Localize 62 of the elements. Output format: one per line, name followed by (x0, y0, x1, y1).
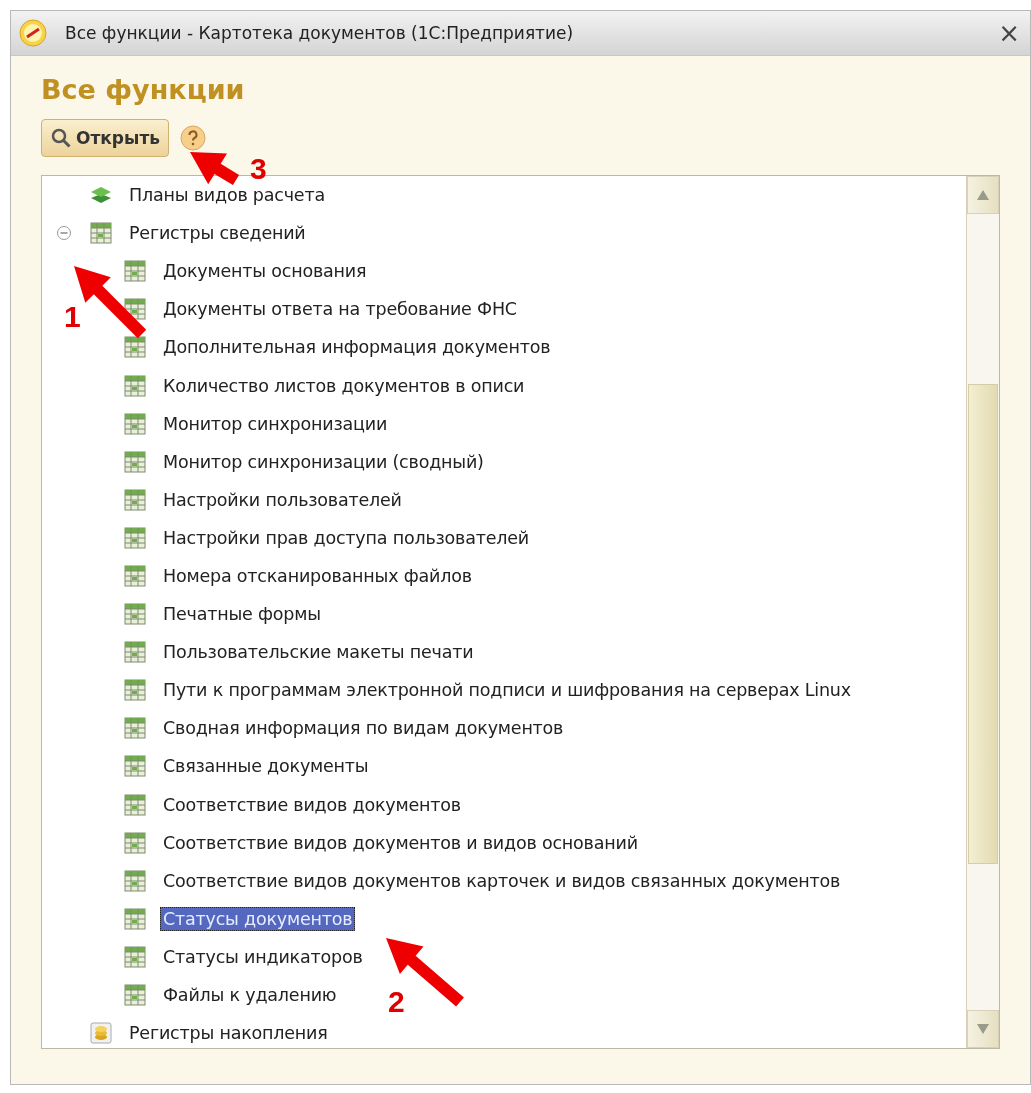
table-icon (124, 755, 146, 778)
step-number: 1 (64, 300, 81, 334)
tree-item[interactable]: Регистры сведений (126, 221, 309, 246)
table-icon (124, 641, 146, 664)
table-icon (124, 603, 146, 626)
table-icon (124, 984, 146, 1006)
tree-item[interactable]: Сводная информация по видам документов (160, 716, 567, 741)
table-icon (90, 222, 112, 245)
table-icon (124, 793, 146, 816)
tree-item[interactable]: Номера отсканированных файлов (160, 564, 475, 588)
tree-item[interactable]: Связанные документы (160, 754, 372, 779)
tree-item[interactable]: Пользовательские макеты печати (160, 640, 477, 665)
table-icon (124, 336, 146, 359)
tree-item[interactable]: Файлы к удалению (160, 983, 340, 1007)
tree-item[interactable]: Монитор синхронизации (160, 411, 391, 436)
table-icon (124, 717, 146, 740)
tree-item[interactable]: Соответствие видов документов и видов оснований (160, 830, 641, 855)
table-icon (124, 831, 146, 854)
tree-item[interactable]: Монитор синхронизации (сводный) (160, 449, 487, 474)
tree-item[interactable]: Соответствие видов документов (160, 792, 464, 817)
app-logo-icon (19, 19, 47, 47)
table-icon (124, 907, 146, 930)
table-icon (124, 374, 146, 397)
search-icon (50, 127, 72, 149)
help-icon[interactable] (179, 124, 207, 152)
tree-item[interactable]: Дополнительная информация документов (160, 335, 554, 360)
step-number: 2 (388, 985, 405, 1019)
tree-item[interactable]: Пути к программам электронной подписи и шифрования на серверах Linux (160, 678, 854, 703)
table-icon (124, 412, 146, 435)
scroll-thumb[interactable] (968, 384, 998, 864)
table-icon (124, 450, 146, 473)
tree-item[interactable]: Регистры накопления (126, 1021, 331, 1046)
table-icon (124, 945, 146, 968)
table-icon (124, 526, 146, 549)
tree-item[interactable]: Документы ответа на требование ФНС (160, 297, 520, 322)
page-heading: Все функции (41, 74, 246, 105)
down-arrow-icon (977, 1024, 989, 1034)
tree-item[interactable]: Планы видов расчета (126, 183, 328, 208)
scroll-up-button[interactable] (967, 176, 999, 214)
table-icon (124, 679, 146, 702)
tree-item[interactable]: Статусы индикаторов (160, 944, 366, 969)
tree-item[interactable]: Статусы документов (160, 906, 356, 931)
table-icon (124, 260, 146, 283)
window-title: Все функции - Картотека документов (1С:Предприятие) (65, 23, 575, 43)
scrollbar[interactable] (966, 176, 999, 1048)
tree-item[interactable]: Соответствие видов документов карточек и видов связанных документов (160, 868, 844, 893)
scroll-down-button[interactable] (967, 1010, 999, 1048)
table-icon (124, 565, 146, 587)
collapse-icon[interactable] (56, 225, 72, 242)
arrow-pointer (190, 152, 240, 186)
open-button[interactable]: Открыть (41, 119, 169, 157)
table-icon (124, 869, 146, 892)
tree-item[interactable]: Настройки пользователей (160, 487, 405, 512)
table-icon (124, 488, 146, 511)
tree-item[interactable]: Настройки прав доступа пользователей (160, 525, 533, 550)
step-number: 3 (250, 152, 267, 186)
up-arrow-icon (977, 190, 989, 200)
coins-icon (90, 1022, 112, 1045)
tree-item[interactable]: Количество листов документов в описи (160, 373, 528, 398)
tree-item[interactable]: Печатные формы (160, 602, 324, 627)
close-button[interactable]: × (994, 20, 1024, 46)
tree-item[interactable]: Документы основания (160, 259, 370, 284)
